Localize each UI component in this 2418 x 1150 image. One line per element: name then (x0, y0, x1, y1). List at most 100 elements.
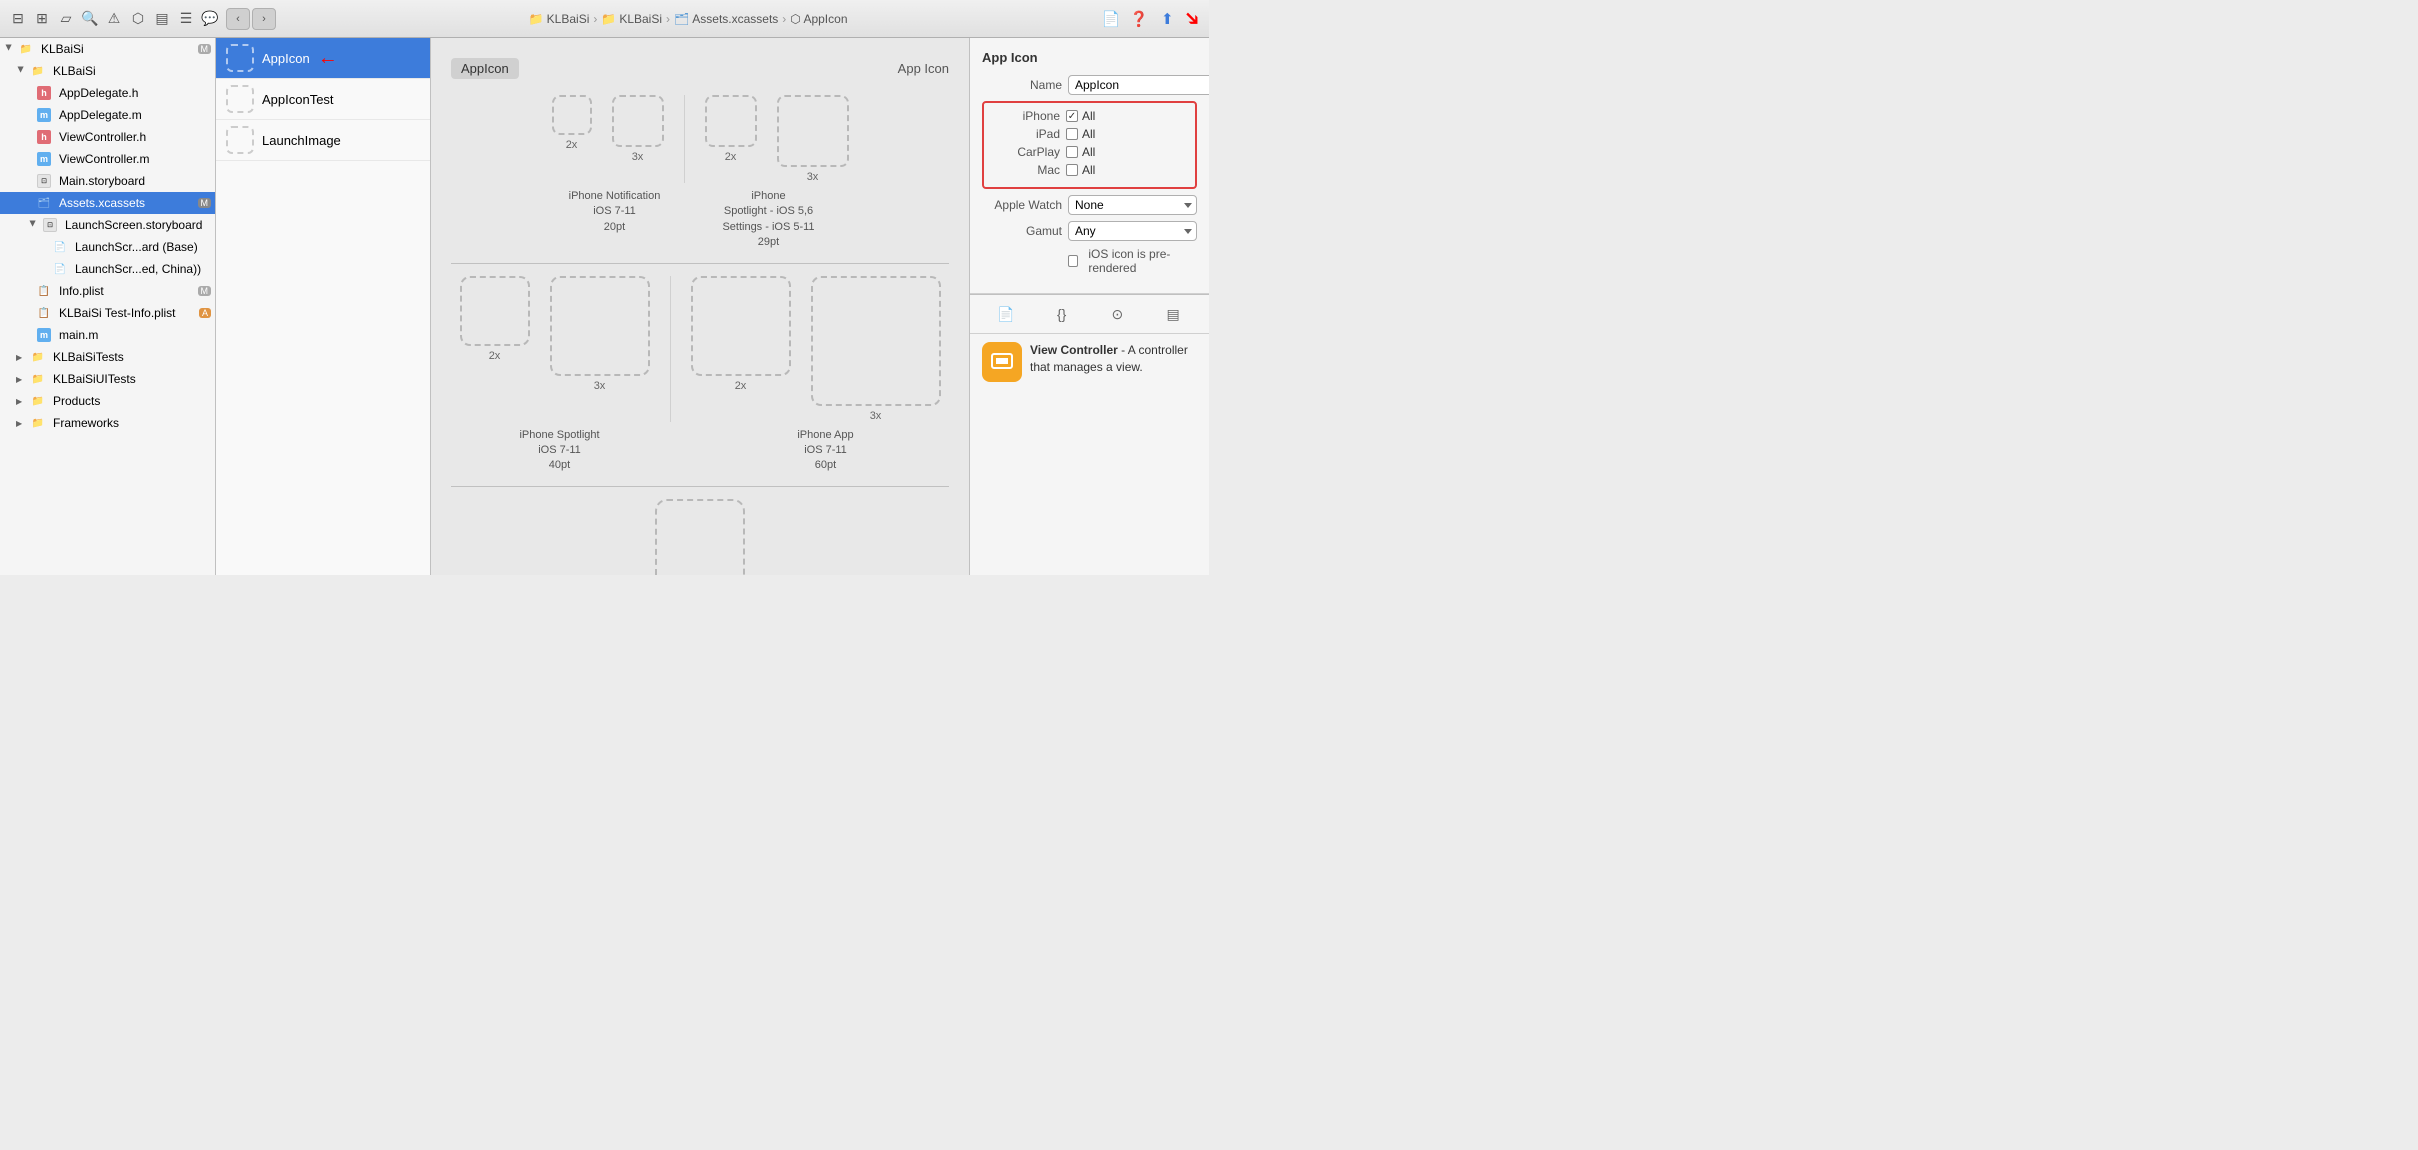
icon-cell-spotlight-3x: 3x (777, 95, 849, 183)
launchscreen-storyboard-label: LaunchScreen.storyboard (65, 218, 202, 232)
icon-cell-appstore: 1x App StoreiOS1024pt (655, 499, 745, 575)
list-icon[interactable]: ☰ (176, 9, 196, 29)
editor-header: AppIcon App Icon (451, 58, 949, 79)
icon-cell-iphonespotlight-2x: 2x (460, 276, 530, 422)
sidebar-item-test-info-plist[interactable]: 📋 KLBaiSi Test-Info.plist A (0, 302, 215, 324)
breadcrumb-item-2[interactable]: 📁 KLBaiSi (601, 12, 662, 26)
appdelegate-m-label: AppDelegate.m (59, 108, 142, 122)
tab-target-icon[interactable]: ⊙ (1106, 303, 1128, 325)
scale-notification-3x: 3x (632, 151, 644, 163)
klbaisituitests-label: KLBaiSiUITests (53, 372, 136, 386)
help-icon[interactable]: ❓ (1128, 8, 1150, 30)
applewatch-select[interactable]: None (1068, 195, 1197, 215)
grid-icon[interactable]: ▤ (152, 9, 172, 29)
carplay-label: CarPlay (990, 145, 1060, 159)
triangle-products: ▶ (16, 397, 26, 406)
asset-item-appicontest[interactable]: AppIconTest (216, 79, 430, 120)
scale-iphonespotlight-3x: 3x (594, 380, 606, 392)
chat-icon[interactable]: 💬 (200, 9, 220, 29)
icon-placeholder-iphoneapp-2x[interactable] (691, 276, 791, 376)
tab-history-icon[interactable]: ▤ (1162, 303, 1184, 325)
sidebar-item-klbaisitests[interactable]: ▶ 📁 KLBaiSiTests (0, 346, 215, 368)
sidebar-item-klbaisituitests[interactable]: ▶ 📁 KLBaiSiUITests (0, 368, 215, 390)
sidebar-toggle-icon[interactable]: ⊟ (8, 9, 28, 29)
tab-file-icon[interactable]: 📄 (995, 303, 1017, 325)
col-divider-1 (684, 95, 685, 183)
hierarchy-icon[interactable]: ▱ (56, 9, 76, 29)
breadcrumb-item-4[interactable]: ⬡ AppIcon (790, 12, 847, 26)
sidebar-item-assets-xcassets[interactable]: 🗂 Assets.xcassets M (0, 192, 215, 214)
xcassets-icon: 🗂 (674, 12, 689, 26)
icon-placeholder-iphonespotlight-2x[interactable] (460, 276, 530, 346)
sidebar-item-info-plist[interactable]: 📋 Info.plist M (0, 280, 215, 302)
prerendered-checkbox[interactable] (1068, 255, 1078, 267)
gamut-select[interactable]: Any (1068, 221, 1197, 241)
search-icon[interactable]: 🔍 (80, 9, 100, 29)
appdelegate-h-label: AppDelegate.h (59, 86, 138, 100)
forward-button[interactable]: › (252, 8, 276, 30)
sidebar-item-launchscreen-base[interactable]: 📄 LaunchScr...ard (Base) (0, 236, 215, 258)
breadcrumb-item-3[interactable]: 🗂 Assets.xcassets (674, 12, 778, 26)
name-input[interactable] (1068, 75, 1209, 95)
plist-icon-2: 📋 (36, 305, 52, 321)
main-storyboard-label: Main.storyboard (59, 174, 145, 188)
icon-placeholder-appstore[interactable] (655, 499, 745, 575)
gamut-label: Gamut (982, 224, 1062, 238)
icon-placeholder-spotlight-2x[interactable] (705, 95, 757, 147)
icon-labels-row-1: iPhone NotificationiOS 7-1120pt iPhoneSp… (451, 189, 949, 251)
icon-cell-iphoneapp-3x: 3x (811, 276, 941, 422)
document-icon[interactable]: 📄 (1100, 8, 1122, 30)
diamond-icon[interactable]: ⬡ (128, 9, 148, 29)
iphonespotlight-label: iPhone SpotlightiOS 7-1140pt (455, 428, 665, 474)
sidebar-root[interactable]: ▶ 📁 KLBaiSi M (0, 38, 215, 60)
inspector: App Icon Name ✕ iPhone All (969, 38, 1209, 575)
spotlight-settings-label: iPhoneSpotlight - iOS 5,6Settings - iOS … (704, 189, 834, 251)
inspector-prerendered-row: iOS icon is pre-rendered (982, 247, 1197, 275)
tab-code-icon[interactable]: {} (1051, 303, 1073, 325)
back-button[interactable]: ‹ (226, 8, 250, 30)
layout-icon[interactable]: ⊞ (32, 9, 52, 29)
sidebar-item-main-m[interactable]: m main.m (0, 324, 215, 346)
icon-placeholder-spotlight-3x[interactable] (777, 95, 849, 167)
scale-iphonespotlight-2x: 2x (489, 350, 501, 362)
iphone-checkbox[interactable] (1066, 110, 1078, 122)
sidebar-klbaisi-folder[interactable]: ▶ 📁 KLBaiSi (0, 60, 215, 82)
warning-icon[interactable]: ⚠ (104, 9, 124, 29)
viewcontroller-h-label: ViewController.h (59, 130, 146, 144)
icon-placeholder-notification-2x[interactable] (552, 95, 592, 135)
carplay-checkbox[interactable] (1066, 146, 1078, 158)
scale-spotlight-2x: 2x (725, 151, 737, 163)
inspector-bottom-area: 📄 {} ⊙ ▤ View Controller - A controller … (970, 294, 1209, 390)
sidebar-item-products[interactable]: ▶ 📁 Products (0, 390, 215, 412)
info-plist-badge: M (198, 286, 212, 296)
sidebar-item-appdelegate-m[interactable]: m AppDelegate.m (0, 104, 215, 126)
sidebar-item-viewcontroller-h[interactable]: h ViewController.h (0, 126, 215, 148)
red-arrow-toolbar: ➔ (1178, 4, 1208, 34)
breadcrumb-item-1[interactable]: 📁 KLBaiSi (529, 12, 590, 26)
plist-icon-1: 📋 (36, 283, 52, 299)
appicontest-placeholder-icon (226, 85, 254, 113)
sidebar-item-appdelegate-h[interactable]: h AppDelegate.h (0, 82, 215, 104)
sidebar-item-frameworks[interactable]: ▶ 📁 Frameworks (0, 412, 215, 434)
icon-placeholder-iphonespotlight-3x[interactable] (550, 276, 650, 376)
sidebar-item-viewcontroller-m[interactable]: m ViewController.m (0, 148, 215, 170)
asset-item-appicon[interactable]: AppIcon ← (216, 38, 430, 79)
icon-placeholder-notification-3x[interactable] (612, 95, 664, 147)
sidebar-item-main-storyboard[interactable]: ⊡ Main.storyboard (0, 170, 215, 192)
ipad-checkbox[interactable] (1066, 128, 1078, 140)
icon-placeholder-iphoneapp-3x[interactable] (811, 276, 941, 406)
inspector-name-row: Name ✕ (982, 75, 1197, 95)
source-control-icon[interactable]: ⬆ (1156, 8, 1178, 30)
asset-item-launchimage[interactable]: LaunchImage (216, 120, 430, 161)
klbaisitests-label: KLBaiSiTests (53, 350, 124, 364)
scale-iphoneapp-3x: 3x (870, 410, 882, 422)
iphone-all-label: All (1082, 109, 1095, 123)
device-row-carplay: CarPlay All (990, 145, 1189, 159)
inspector-gamut-row: Gamut Any (982, 221, 1197, 241)
breadcrumb-sep-2: › (666, 12, 670, 26)
mac-checkbox[interactable] (1066, 164, 1078, 176)
red-arrow-asset: ← (318, 47, 338, 70)
sidebar-item-launchscreen-china[interactable]: 📄 LaunchScr...ed, China)) (0, 258, 215, 280)
device-row-mac: Mac All (990, 163, 1189, 177)
sidebar-item-launchscreen-storyboard[interactable]: ▶ ⊡ LaunchScreen.storyboard (0, 214, 215, 236)
